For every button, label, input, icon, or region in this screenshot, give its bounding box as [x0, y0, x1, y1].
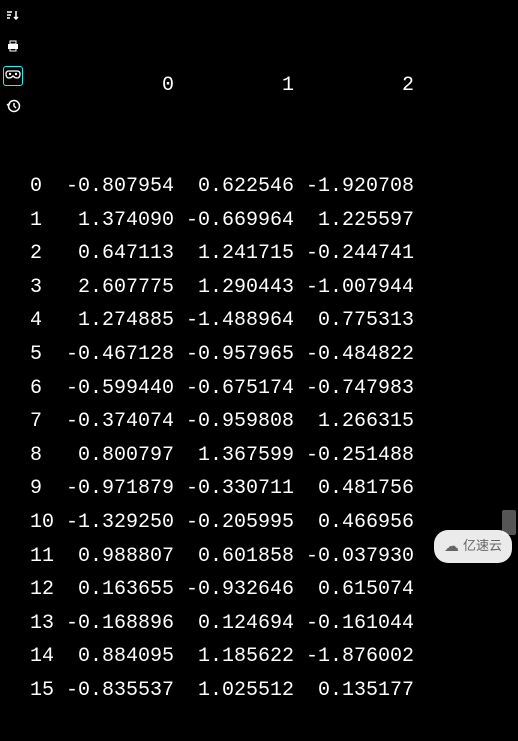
cell-value: -0.669964 [174, 204, 294, 238]
print-icon[interactable] [3, 36, 23, 56]
table-row: 32.6077751.290443-1.007944 [30, 271, 518, 305]
row-index: 11 [30, 540, 54, 574]
column-header: 0 [54, 69, 174, 103]
cell-value: 0.647113 [54, 237, 174, 271]
cell-value: 0.124694 [174, 607, 294, 641]
cell-value: -1.007944 [294, 271, 414, 305]
mask-icon[interactable] [3, 66, 23, 86]
table-row: 9-0.971879-0.3307110.481756 [30, 472, 518, 506]
cell-value: -1.488964 [174, 304, 294, 338]
cell-value: 0.481756 [294, 472, 414, 506]
cell-value: -0.747983 [294, 372, 414, 406]
row-index: 12 [30, 573, 54, 607]
cell-value: -0.168896 [54, 607, 174, 641]
toolbar [0, 0, 26, 573]
cell-value: 1.225597 [294, 204, 414, 238]
row-index: 10 [30, 506, 54, 540]
dataframe-output: 012 0-0.8079540.622546-1.92070811.374090… [26, 0, 518, 573]
row-index: 1 [30, 204, 54, 238]
cell-value: 1.185622 [174, 640, 294, 674]
cell-value: 2.607775 [54, 271, 174, 305]
cell-value: 1.266315 [294, 405, 414, 439]
table-header-row: 012 [30, 69, 518, 103]
cell-value: -0.161044 [294, 607, 414, 641]
row-index: 3 [30, 271, 54, 305]
cell-value: -0.244741 [294, 237, 414, 271]
cell-value: 0.988807 [54, 540, 174, 574]
cell-value: 0.800797 [54, 439, 174, 473]
cell-value: -0.205995 [174, 506, 294, 540]
row-index: 9 [30, 472, 54, 506]
row-index: 8 [30, 439, 54, 473]
row-index: 4 [30, 304, 54, 338]
cell-value: 1.274885 [54, 304, 174, 338]
sort-icon[interactable] [3, 6, 23, 26]
row-index: 13 [30, 607, 54, 641]
table-row: 6-0.599440-0.675174-0.747983 [30, 372, 518, 406]
cell-value: -0.251488 [294, 439, 414, 473]
cell-value: -1.876002 [294, 640, 414, 674]
table-row: 0-0.8079540.622546-1.920708 [30, 170, 518, 204]
cell-value: -0.599440 [54, 372, 174, 406]
cell-value: 1.025512 [174, 674, 294, 708]
cell-value: -0.467128 [54, 338, 174, 372]
cell-value: 0.884095 [54, 640, 174, 674]
cell-value: 0.601858 [174, 540, 294, 574]
column-header: 1 [174, 69, 294, 103]
row-index: 2 [30, 237, 54, 271]
row-index: 15 [30, 674, 54, 708]
cell-value: -0.037930 [294, 540, 414, 574]
cell-value: -0.957965 [174, 338, 294, 372]
cell-value: 1.374090 [54, 204, 174, 238]
cell-value: 1.367599 [174, 439, 294, 473]
table-row: 15-0.8355371.0255120.135177 [30, 674, 518, 708]
cell-value: 0.163655 [54, 573, 174, 607]
cell-value: 0.466956 [294, 506, 414, 540]
table-row: 5-0.467128-0.957965-0.484822 [30, 338, 518, 372]
cell-value: 0.135177 [294, 674, 414, 708]
table-row: 120.163655-0.9326460.615074 [30, 573, 518, 607]
cell-value: 0.615074 [294, 573, 414, 607]
table-row: 7-0.374074-0.9598081.266315 [30, 405, 518, 439]
cell-value: -0.330711 [174, 472, 294, 506]
cell-value: -0.374074 [54, 405, 174, 439]
cell-value: -1.920708 [294, 170, 414, 204]
column-header: 2 [294, 69, 414, 103]
cell-value: -1.329250 [54, 506, 174, 540]
cell-value: -0.675174 [174, 372, 294, 406]
row-index: 6 [30, 372, 54, 406]
cell-value: -0.971879 [54, 472, 174, 506]
row-index: 5 [30, 338, 54, 372]
table-row: 13-0.1688960.124694-0.161044 [30, 607, 518, 641]
row-index: 14 [30, 640, 54, 674]
row-index: 0 [30, 170, 54, 204]
cell-value: -0.959808 [174, 405, 294, 439]
cell-value: -0.932646 [174, 573, 294, 607]
cell-value: 1.290443 [174, 271, 294, 305]
cell-value: -0.484822 [294, 338, 414, 372]
cell-value: -0.835537 [54, 674, 174, 708]
history-icon[interactable] [3, 96, 23, 116]
cloud-icon: ☁ [444, 534, 459, 559]
cell-value: -0.807954 [54, 170, 174, 204]
cell-value: 1.241715 [174, 237, 294, 271]
table-row: 41.274885-1.4889640.775313 [30, 304, 518, 338]
row-index: 7 [30, 405, 54, 439]
cell-value: 0.622546 [174, 170, 294, 204]
watermark-badge: ☁ 亿速云 [434, 530, 512, 563]
cell-value: 0.775313 [294, 304, 414, 338]
table-row: 80.8007971.367599-0.251488 [30, 439, 518, 473]
table-row: 11.374090-0.6699641.225597 [30, 204, 518, 238]
table-row: 140.8840951.185622-1.876002 [30, 640, 518, 674]
watermark-text: 亿速云 [463, 535, 502, 557]
table-row: 20.6471131.241715-0.244741 [30, 237, 518, 271]
